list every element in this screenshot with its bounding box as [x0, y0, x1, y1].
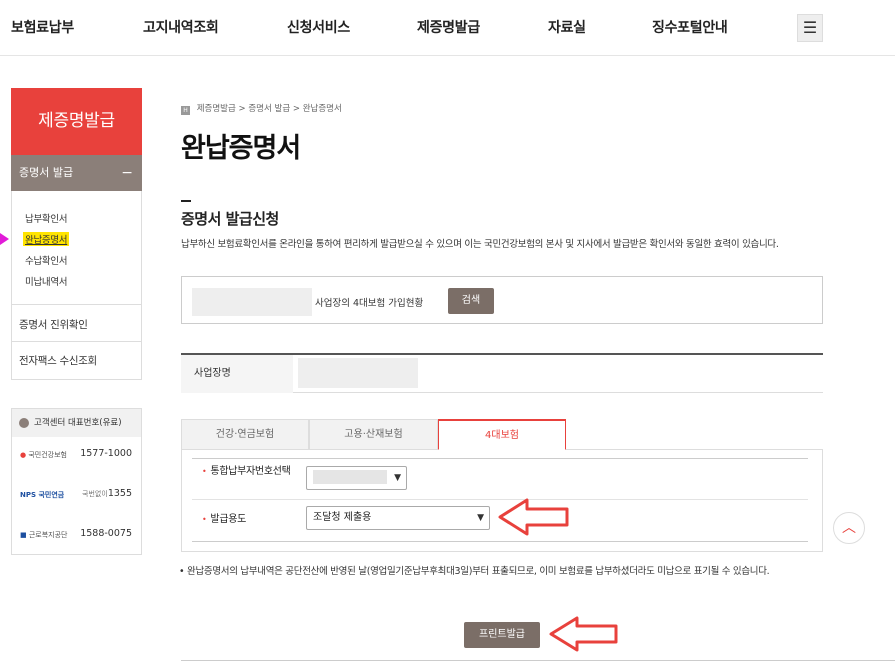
divider — [12, 304, 141, 305]
sidebar-item-efax-inquiry[interactable]: 전자팩스 수신조회 — [19, 353, 97, 368]
purpose-label: • 발급용도 — [202, 514, 247, 525]
nav-item-certificate[interactable]: 제증명발급 — [417, 17, 480, 37]
nhis-logo: ● 국민건강보험 — [20, 451, 67, 459]
chevron-down-icon: ▼ — [394, 473, 401, 483]
contact-row: NPS 국민연금 국번없이1355 — [12, 481, 141, 511]
breadcrumb: H 제증명발급 > 증명서 발급 > 완납증명서 — [181, 102, 342, 115]
tab-four-insurances[interactable]: 4대보험 — [438, 419, 566, 450]
payer-number-select[interactable]: ▼ — [306, 466, 407, 490]
tab-employment-accident[interactable]: 고용·산재보험 — [309, 419, 438, 450]
payer-number-label: • 통합납부자번호선택 — [202, 466, 291, 477]
sidebar-item-receipt-confirmation[interactable]: 수납확인서 — [25, 253, 68, 267]
sidebar-item-authenticity-check[interactable]: 증명서 진위확인 — [19, 317, 88, 332]
contact-row: ● 국민건강보험 1577-1000 — [12, 441, 141, 471]
print-issue-button[interactable]: 프린트발급 — [464, 622, 540, 648]
sidebar-section-label: 증명서 발급 — [19, 166, 74, 179]
chevron-down-icon: ▼ — [477, 513, 484, 523]
sidebar-item-full-payment-certificate[interactable]: 완납증명서 — [23, 232, 70, 246]
annotation-arrow-icon — [549, 616, 618, 652]
comwel-logo: ■ 근로복지공단 — [20, 531, 68, 539]
workplace-name-value — [298, 358, 418, 388]
workplace-name-row: 사업장명 — [181, 353, 823, 393]
section-description: 납부하신 보험료확인서를 온라인을 통하여 편리하게 발급받으실 수 있으며 이… — [181, 239, 779, 250]
sidebar-item-unpaid-statement[interactable]: 미납내역서 — [25, 274, 68, 288]
nav-item-payment[interactable]: 보험료납부 — [11, 17, 74, 37]
contact-number: 1577-1000 — [80, 448, 132, 459]
notice-text: • 완납증명서의 납부내역은 공단전산에 반영된 날(영업일기준납부후최대3일)… — [179, 566, 770, 577]
breadcrumb-item[interactable]: 증명서 발급 — [248, 104, 290, 114]
nav-item-notice-history[interactable]: 고지내역조회 — [143, 17, 219, 37]
hamburger-icon[interactable]: ☰ — [797, 14, 823, 42]
purpose-select[interactable]: 조달청 제출용 ▼ — [306, 506, 490, 530]
search-label: 사업장의 4대보험 가입현황 — [315, 298, 424, 309]
collapse-icon[interactable]: − — [121, 155, 133, 191]
pointer-marker-icon — [0, 233, 9, 245]
contact-number: 국번없이1355 — [82, 488, 132, 499]
breadcrumb-item: 완납증명서 — [302, 104, 342, 114]
customer-center-box: 고객센터 대표번호(유료) ● 국민건강보험 1577-1000 NPS 국민연… — [11, 408, 142, 555]
section-title: 증명서 발급신청 — [181, 210, 279, 228]
scroll-top-button[interactable]: ︿ — [833, 512, 865, 544]
sidebar-menu: 납부확인서 완납증명서 수납확인서 미납내역서 증명서 진위확인 전자팩스 수신… — [11, 191, 142, 380]
sidebar-section-certificate[interactable]: 증명서 발급 − — [11, 155, 142, 191]
top-navigation: 보험료납부 고지내역조회 신청서비스 제증명발급 자료실 징수포털안내 ☰ — [0, 0, 895, 56]
sidebar-item-payment-confirmation[interactable]: 납부확인서 — [25, 211, 68, 225]
divider — [181, 660, 895, 661]
home-icon[interactable]: H — [181, 106, 190, 115]
annotation-arrow-icon — [498, 498, 569, 536]
workplace-search-input[interactable] — [192, 288, 312, 316]
breadcrumb-item[interactable]: 제증명발급 — [197, 104, 236, 114]
search-button[interactable]: 검색 — [448, 288, 494, 314]
contact-row: ■ 근로복지공단 1588-0075 — [12, 521, 141, 551]
workplace-search-box: 사업장의 4대보험 가입현황 검색 — [181, 276, 823, 324]
customer-center-title: 고객센터 대표번호(유료) — [34, 418, 122, 428]
customer-center-header: 고객센터 대표번호(유료) — [12, 409, 141, 437]
page-title: 완납증명서 — [181, 133, 301, 164]
nps-logo: NPS 국민연금 — [20, 491, 65, 499]
phone-icon — [19, 418, 29, 428]
divider — [12, 341, 141, 342]
tab-health-pension[interactable]: 건강·연금보험 — [181, 419, 309, 450]
workplace-name-label: 사업장명 — [181, 355, 293, 393]
contact-number: 1588-0075 — [80, 528, 132, 539]
nav-item-application[interactable]: 신청서비스 — [287, 17, 350, 37]
sidebar-title: 제증명발급 — [11, 88, 142, 155]
nav-item-resources[interactable]: 자료실 — [548, 17, 586, 37]
section-marker — [181, 200, 191, 202]
nav-item-portal-guide[interactable]: 징수포털안내 — [652, 17, 728, 37]
